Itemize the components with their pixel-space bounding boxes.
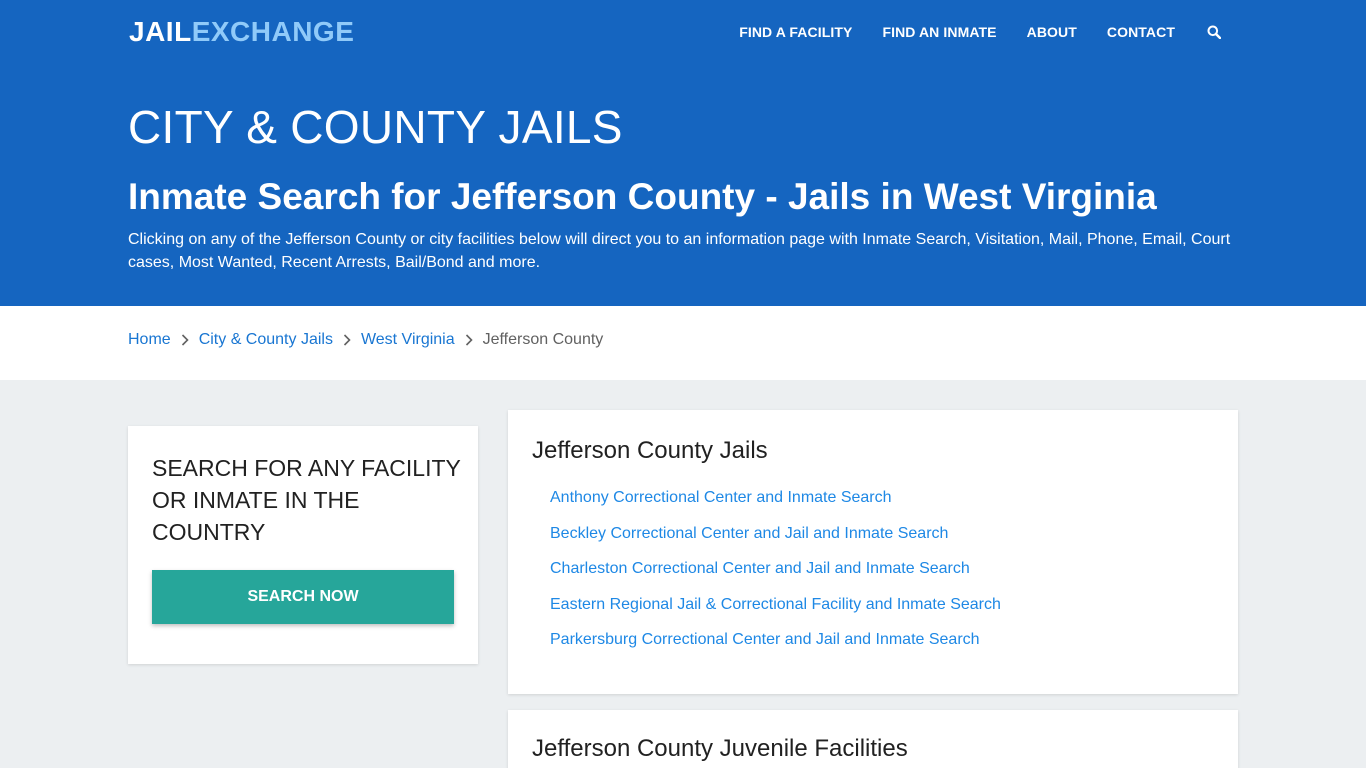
breadcrumb-home[interactable]: Home: [128, 331, 171, 349]
chevron-right-icon: [343, 334, 351, 346]
juvenile-card-heading: Jefferson County Juvenile Facilities: [532, 735, 908, 762]
nav-find-inmate[interactable]: FIND AN INMATE: [882, 24, 996, 40]
search-card-heading: SEARCH FOR ANY FACILITY OR INMATE IN THE…: [152, 455, 461, 545]
facility-link[interactable]: Charleston Correctional Center and Jail …: [550, 560, 970, 577]
breadcrumb-west-virginia[interactable]: West Virginia: [361, 331, 455, 349]
page-description: Clicking on any of the Jefferson County …: [128, 231, 1231, 271]
breadcrumb: Home City & County Jails West Virginia J…: [0, 306, 1366, 380]
page-title: CITY & COUNTY JAILS: [128, 101, 623, 153]
search-card: SEARCH FOR ANY FACILITY OR INMATE IN THE…: [128, 426, 478, 664]
facility-link[interactable]: Eastern Regional Jail & Correctional Fac…: [550, 596, 1001, 613]
chevron-right-icon: [181, 334, 189, 346]
list-item: Anthony Correctional Center and Inmate S…: [550, 486, 1001, 522]
list-item: Beckley Correctional Center and Jail and…: [550, 522, 1001, 558]
facility-link[interactable]: Parkersburg Correctional Center and Jail…: [550, 631, 980, 648]
site-logo[interactable]: JAILEXCHANGE: [129, 14, 354, 50]
breadcrumb-city-county-jails[interactable]: City & County Jails: [199, 331, 333, 349]
facility-link[interactable]: Beckley Correctional Center and Jail and…: [550, 525, 948, 542]
main-nav: FIND A FACILITY FIND AN INMATE ABOUT CON…: [739, 0, 1366, 64]
chevron-right-icon: [465, 334, 473, 346]
breadcrumb-current: Jefferson County: [482, 331, 604, 348]
list-item: Charleston Correctional Center and Jail …: [550, 557, 1001, 593]
search-icon[interactable]: [1205, 23, 1223, 41]
main-content: SEARCH FOR ANY FACILITY OR INMATE IN THE…: [0, 380, 1366, 768]
jails-card: Jefferson County Jails Anthony Correctio…: [508, 410, 1238, 694]
nav-about[interactable]: ABOUT: [1027, 24, 1077, 40]
juvenile-card: Jefferson County Juvenile Facilities: [508, 710, 1238, 768]
nav-contact[interactable]: CONTACT: [1107, 24, 1175, 40]
logo-text-exchange: EXCHANGE: [191, 16, 355, 47]
top-navbar: JAILEXCHANGE FIND A FACILITY FIND AN INM…: [0, 0, 1366, 64]
list-item: Parkersburg Correctional Center and Jail…: [550, 628, 1001, 664]
search-now-button[interactable]: SEARCH NOW: [152, 570, 454, 624]
page-subtitle: Inmate Search for Jefferson County - Jai…: [128, 176, 1157, 217]
jails-list: Anthony Correctional Center and Inmate S…: [550, 486, 1001, 664]
logo-text-jail: JAIL: [129, 16, 192, 47]
hero-banner: CITY & COUNTY JAILS Inmate Search for Je…: [0, 64, 1366, 306]
list-item: Eastern Regional Jail & Correctional Fac…: [550, 593, 1001, 629]
nav-find-facility[interactable]: FIND A FACILITY: [739, 24, 852, 40]
facility-link[interactable]: Anthony Correctional Center and Inmate S…: [550, 489, 892, 506]
jails-card-heading: Jefferson County Jails: [532, 437, 768, 464]
